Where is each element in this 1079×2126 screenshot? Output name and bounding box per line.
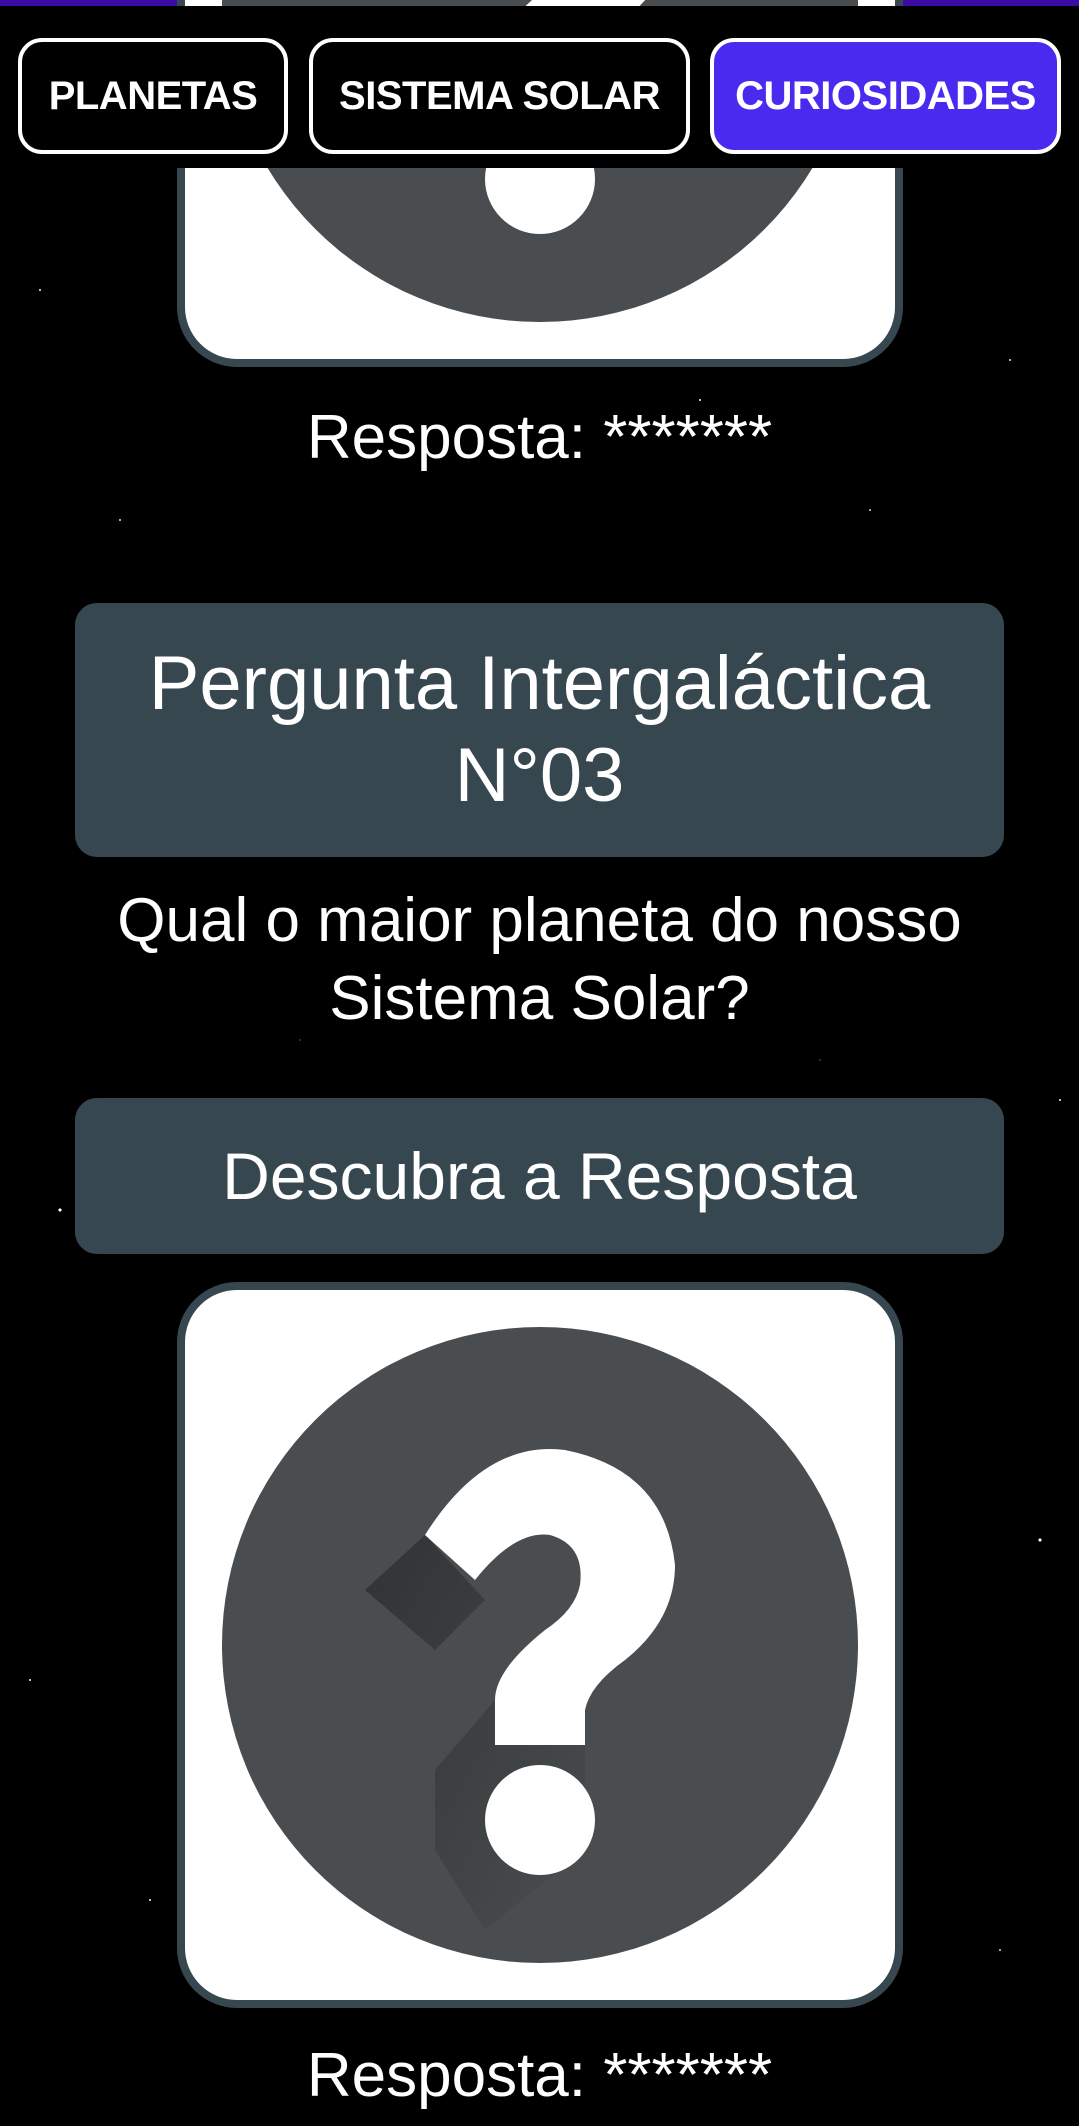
answer-text: Resposta: ******* (306, 2041, 773, 2110)
previous-answer: Resposta: ******* (306, 403, 773, 472)
top-navigation: PLANETAS SISTEMA SOLAR CURIOSIDADES (0, 6, 1079, 168)
question-image[interactable] (177, 1282, 903, 2008)
tab-sistema-solar[interactable]: SISTEMA SOLAR (309, 38, 690, 154)
tab-planetas[interactable]: PLANETAS (18, 38, 288, 154)
question-text: Qual o maior planeta do nosso Sistema So… (0, 882, 1079, 1038)
question-title-text: Pergunta Intergaláctica N°03 (148, 641, 931, 818)
question-mark-icon (222, 1327, 858, 1963)
question-title: Pergunta Intergaláctica N°03 (75, 603, 1004, 857)
reveal-answer-button[interactable]: Descubra a Resposta (75, 1098, 1004, 1254)
question-text-label: Qual o maior planeta do nosso Sistema So… (117, 886, 962, 1033)
tab-curiosidades[interactable]: CURIOSIDADES (710, 38, 1061, 154)
